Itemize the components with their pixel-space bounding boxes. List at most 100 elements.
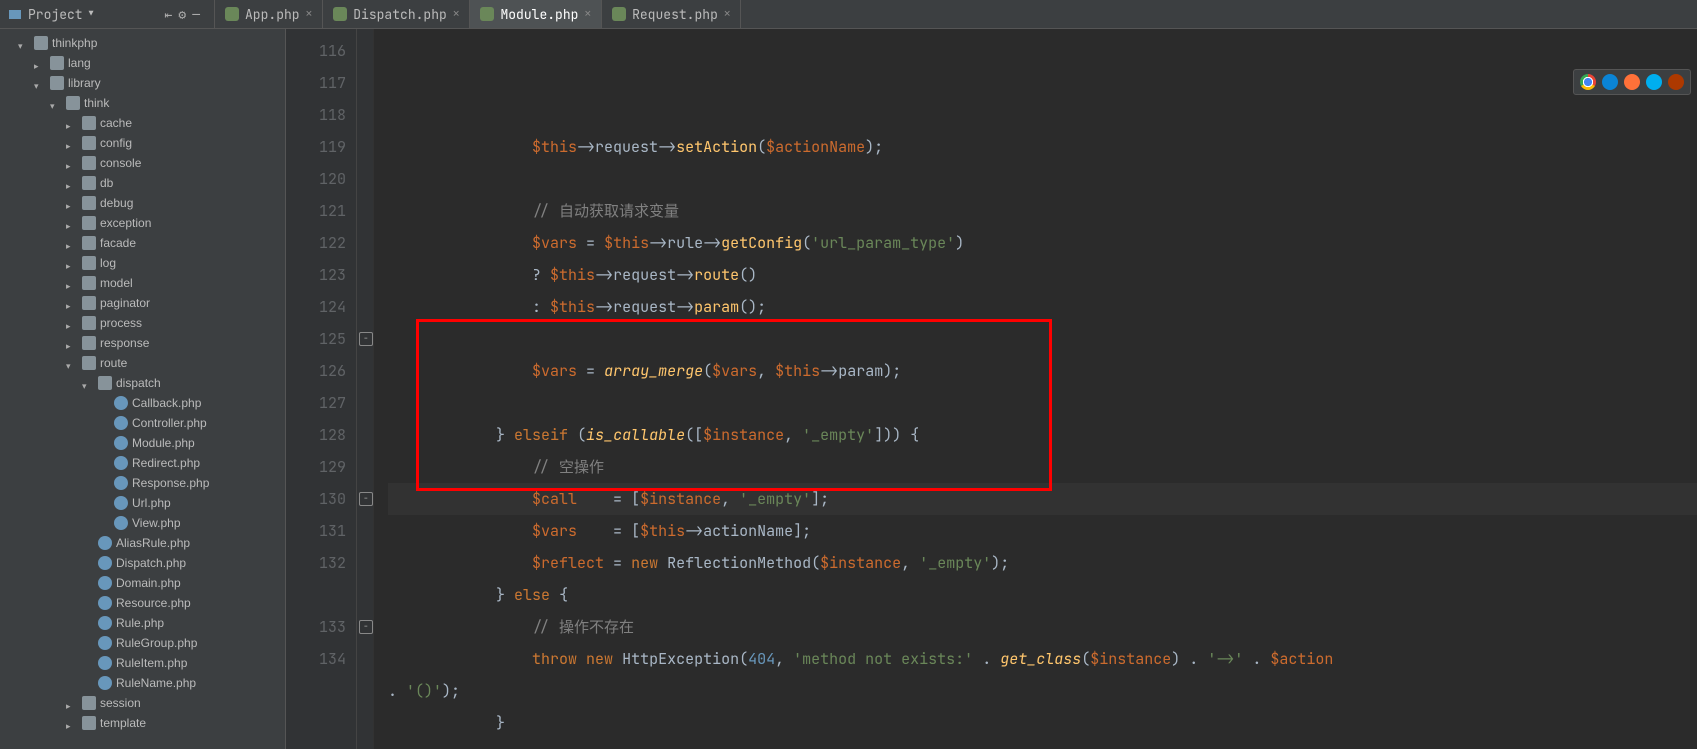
code-line[interactable]: // 空操作	[388, 451, 1697, 483]
tab-module-php[interactable]: Module.php✕	[470, 0, 602, 28]
tree-node-debug[interactable]: debug	[0, 193, 285, 213]
close-icon[interactable]: ✕	[584, 7, 591, 21]
tree-node-view-php[interactable]: View.php	[0, 513, 285, 533]
tree-node-db[interactable]: db	[0, 173, 285, 193]
tree-arrow-icon[interactable]	[66, 318, 76, 328]
tree-node-response[interactable]: response	[0, 333, 285, 353]
collapse-all-icon[interactable]: ⇤	[165, 6, 173, 23]
code-line[interactable]: $this->request->setAction($actionName);	[388, 131, 1697, 163]
tree-node-dispatch[interactable]: dispatch	[0, 373, 285, 393]
tree-node-rulename-php[interactable]: RuleName.php	[0, 673, 285, 693]
code-line[interactable]: $call = [$instance, '_empty'];	[388, 483, 1697, 515]
tree-node-url-php[interactable]: Url.php	[0, 493, 285, 513]
code-line[interactable]: : $this->request->param();	[388, 291, 1697, 323]
tree-node-log[interactable]: log	[0, 253, 285, 273]
tree-node-process[interactable]: process	[0, 313, 285, 333]
code-line[interactable]: $vars = array_merge($vars, $this->param)…	[388, 355, 1697, 387]
tree-arrow-icon[interactable]	[66, 218, 76, 228]
project-tree-panel[interactable]: thinkphplanglibrarythinkcacheconfigconso…	[0, 29, 286, 749]
tree-node-redirect-php[interactable]: Redirect.php	[0, 453, 285, 473]
close-icon[interactable]: ✕	[453, 7, 460, 21]
tree-arrow-icon[interactable]	[50, 98, 60, 108]
tree-node-rulegroup-php[interactable]: RuleGroup.php	[0, 633, 285, 653]
tree-node-console[interactable]: console	[0, 153, 285, 173]
tree-node-cache[interactable]: cache	[0, 113, 285, 133]
tree-node-thinkphp[interactable]: thinkphp	[0, 33, 285, 53]
fold-toggle-icon[interactable]: −	[359, 620, 373, 634]
chrome-icon[interactable]	[1580, 74, 1596, 90]
tree-node-facade[interactable]: facade	[0, 233, 285, 253]
tree-arrow-icon[interactable]	[66, 358, 76, 368]
tree-node-module-php[interactable]: Module.php	[0, 433, 285, 453]
tree-node-domain-php[interactable]: Domain.php	[0, 573, 285, 593]
tree-node-lang[interactable]: lang	[0, 53, 285, 73]
tree-node-template[interactable]: template	[0, 713, 285, 733]
tree-node-model[interactable]: model	[0, 273, 285, 293]
tree-node-callback-php[interactable]: Callback.php	[0, 393, 285, 413]
code-area[interactable]: $this->request->setAction($actionName); …	[374, 29, 1697, 749]
code-editor[interactable]: 1161171181191201211221231241251261271281…	[286, 29, 1697, 749]
tree-arrow-icon[interactable]	[34, 58, 44, 68]
code-line[interactable]: $reflect = new ReflectionMethod($instanc…	[388, 547, 1697, 579]
code-line[interactable]: $vars = $this->rule->getConfig('url_para…	[388, 227, 1697, 259]
tree-arrow-icon[interactable]	[66, 238, 76, 248]
tab-dispatch-php[interactable]: Dispatch.php✕	[323, 0, 470, 28]
tab-request-php[interactable]: Request.php✕	[602, 0, 741, 28]
firefox-icon[interactable]	[1624, 74, 1640, 90]
tree-arrow-icon[interactable]	[82, 378, 92, 388]
tree-node-response-php[interactable]: Response.php	[0, 473, 285, 493]
code-line[interactable]: ? $this->request->route()	[388, 259, 1697, 291]
safari-icon[interactable]	[1668, 74, 1684, 90]
tree-node-paginator[interactable]: paginator	[0, 293, 285, 313]
tree-arrow-icon[interactable]	[66, 118, 76, 128]
tree-arrow-icon[interactable]	[66, 298, 76, 308]
tree-node-rule-php[interactable]: Rule.php	[0, 613, 285, 633]
tree-node-session[interactable]: session	[0, 693, 285, 713]
tree-arrow-icon[interactable]	[66, 278, 76, 288]
code-line[interactable]: } elseif (is_callable([$instance, '_empt…	[388, 419, 1697, 451]
tree-arrow-icon[interactable]	[18, 38, 28, 48]
tree-node-library[interactable]: library	[0, 73, 285, 93]
close-icon[interactable]: ✕	[724, 7, 731, 21]
tree-node-ruleitem-php[interactable]: RuleItem.php	[0, 653, 285, 673]
tab-app-php[interactable]: App.php✕	[215, 0, 323, 28]
code-line[interactable]: // 自动获取请求变量	[388, 195, 1697, 227]
code-line[interactable]: . '()');	[388, 675, 1697, 707]
code-line[interactable]	[388, 387, 1697, 419]
tree-node-aliasrule-php[interactable]: AliasRule.php	[0, 533, 285, 553]
tree-arrow-icon[interactable]	[66, 178, 76, 188]
code-line[interactable]: throw new HttpException(404, 'method not…	[388, 643, 1697, 675]
tree-arrow-icon[interactable]	[66, 338, 76, 348]
code-line[interactable]	[388, 163, 1697, 195]
fold-toggle-icon[interactable]: −	[359, 492, 373, 506]
tree-arrow-icon[interactable]	[66, 158, 76, 168]
tree-node-resource-php[interactable]: Resource.php	[0, 593, 285, 613]
tree-arrow-icon[interactable]	[66, 698, 76, 708]
php-file-icon	[98, 676, 112, 690]
tree-node-think[interactable]: think	[0, 93, 285, 113]
code-line[interactable]: $vars = [$this->actionName];	[388, 515, 1697, 547]
tree-node-dispatch-php[interactable]: Dispatch.php	[0, 553, 285, 573]
close-icon[interactable]: ✕	[306, 7, 313, 21]
tree-arrow-icon[interactable]	[34, 78, 44, 88]
opera-icon[interactable]	[1646, 74, 1662, 90]
edge-icon[interactable]	[1602, 74, 1618, 90]
tree-node-config[interactable]: config	[0, 133, 285, 153]
code-line[interactable]	[388, 323, 1697, 355]
tree-node-exception[interactable]: exception	[0, 213, 285, 233]
tree-node-controller-php[interactable]: Controller.php	[0, 413, 285, 433]
code-line[interactable]	[388, 739, 1697, 749]
tree-node-route[interactable]: route	[0, 353, 285, 373]
tree-arrow-icon[interactable]	[66, 718, 76, 728]
line-number: 116	[286, 35, 346, 67]
tree-arrow-icon[interactable]	[66, 198, 76, 208]
code-line[interactable]: } else {	[388, 579, 1697, 611]
project-dropdown[interactable]: Project ▼ ⇤ ⚙ —	[0, 0, 215, 28]
code-line[interactable]: }	[388, 707, 1697, 739]
tree-arrow-icon[interactable]	[66, 258, 76, 268]
tree-arrow-icon[interactable]	[66, 138, 76, 148]
code-line[interactable]: // 操作不存在	[388, 611, 1697, 643]
gear-icon[interactable]: ⚙	[178, 6, 186, 23]
hide-icon[interactable]: —	[192, 6, 200, 23]
fold-toggle-icon[interactable]: −	[359, 332, 373, 346]
